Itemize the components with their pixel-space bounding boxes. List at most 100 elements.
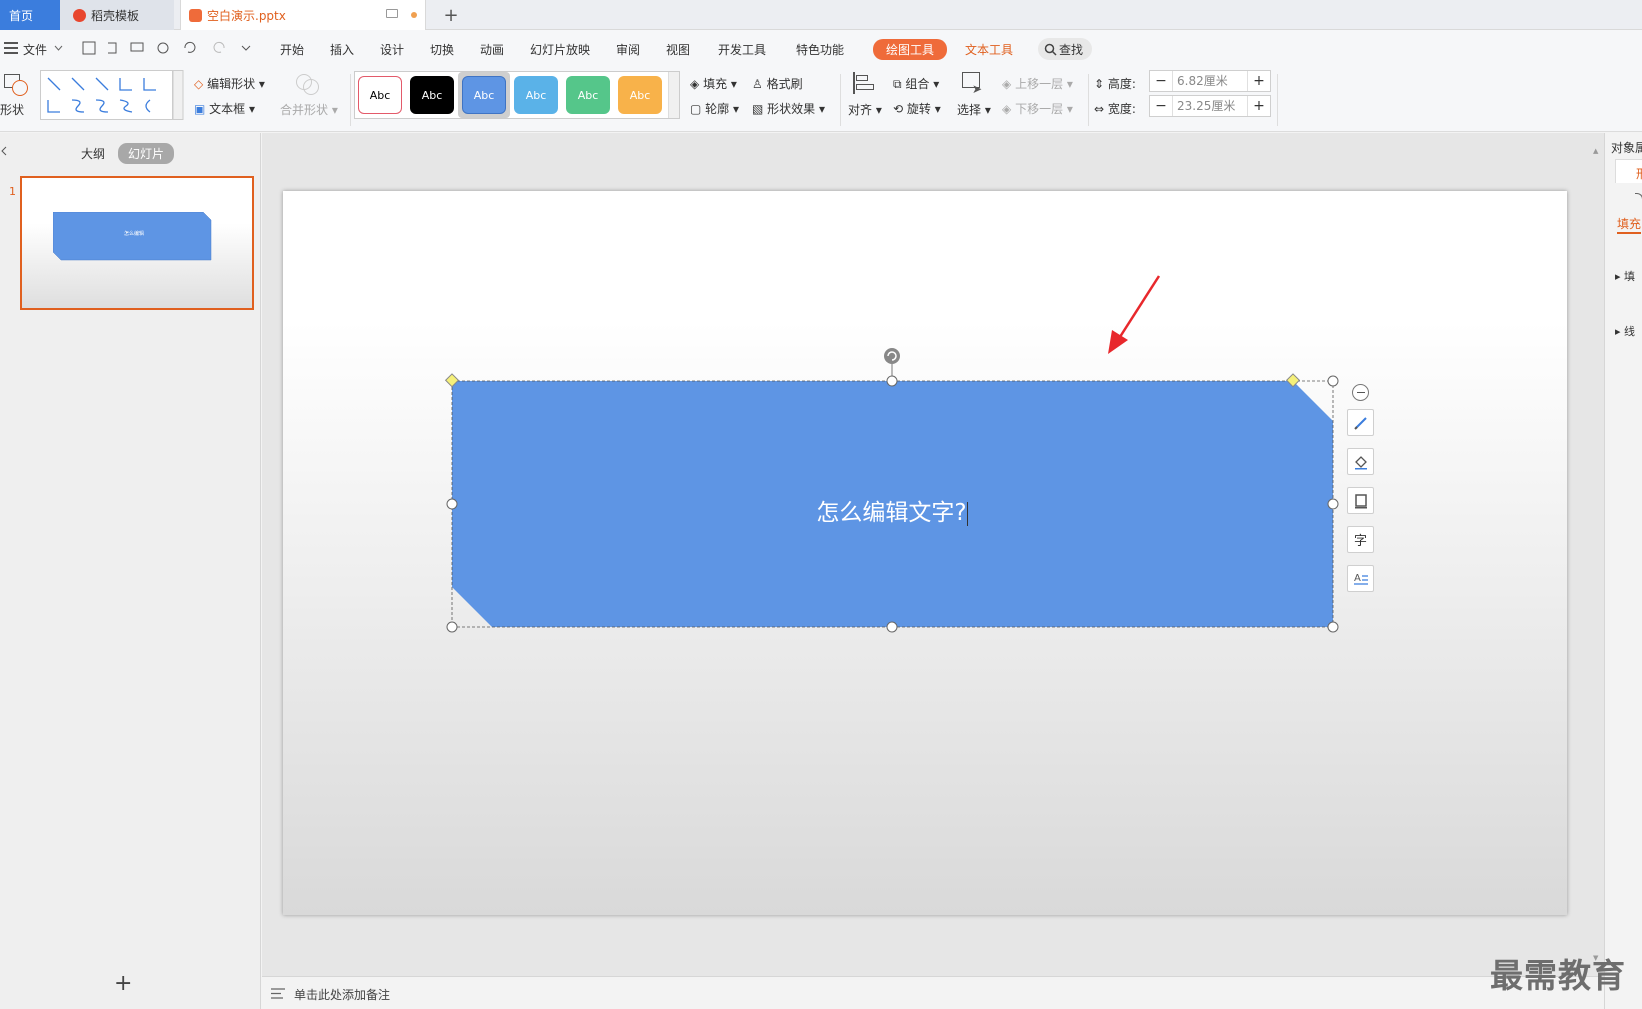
fill-label: 填充 bbox=[703, 77, 728, 91]
collapse-panel-icon[interactable] bbox=[0, 146, 8, 156]
slide-thumbnail[interactable]: 怎么编辑 bbox=[20, 176, 254, 310]
height-stepper[interactable]: − 6.82厘米 + bbox=[1149, 70, 1271, 92]
menu-insert[interactable]: 插入 bbox=[330, 41, 354, 58]
menu-features[interactable]: 特色功能 bbox=[796, 41, 844, 58]
float-fill-button[interactable] bbox=[1347, 448, 1374, 475]
menu-transition[interactable]: 切换 bbox=[430, 41, 454, 58]
style-white-red[interactable]: Abc bbox=[358, 76, 402, 114]
tab-outline[interactable]: 大纲 bbox=[81, 145, 105, 162]
width-input[interactable]: 23.25厘米 bbox=[1172, 96, 1248, 116]
notes-placeholder: 单击此处添加备注 bbox=[294, 988, 391, 1002]
style-label: Abc bbox=[629, 88, 651, 102]
float-pen-button[interactable] bbox=[1347, 409, 1374, 436]
shape-insert-icon[interactable] bbox=[4, 72, 30, 98]
refresh-icon[interactable] bbox=[1635, 193, 1642, 203]
new-tab-button[interactable]: + bbox=[436, 0, 466, 30]
collapse-float-toolbar-button[interactable] bbox=[1352, 384, 1369, 401]
tab-document[interactable]: 空白演示.pptx bbox=[180, 0, 426, 30]
menu-slideshow[interactable]: 幻灯片放映 bbox=[530, 41, 590, 58]
divider bbox=[1088, 74, 1089, 126]
style-light-blue[interactable]: Abc bbox=[514, 76, 558, 114]
menu-animation[interactable]: 动画 bbox=[480, 41, 504, 58]
float-text-format-button[interactable]: 字 bbox=[1347, 526, 1374, 553]
notes-bar[interactable]: 单击此处添加备注 bbox=[262, 976, 1604, 1009]
hamburger-menu-icon[interactable] bbox=[4, 42, 18, 54]
float-text-wrap-button[interactable]: A bbox=[1347, 565, 1374, 592]
outline-button[interactable]: ▢ 轮廓 ▾ bbox=[690, 100, 739, 117]
group-icon: ⧉ bbox=[893, 77, 902, 91]
align-button[interactable]: 对齐 ▾ bbox=[848, 101, 882, 118]
watermark: 最需教育 bbox=[1490, 956, 1626, 995]
property-tab-shape[interactable]: 形 bbox=[1636, 165, 1642, 182]
format-painter-button[interactable]: ♙ 格式刷 bbox=[752, 75, 803, 92]
resize-handle bbox=[1327, 375, 1339, 387]
menu-review[interactable]: 审阅 bbox=[616, 41, 640, 58]
style-orange[interactable]: Abc bbox=[618, 76, 662, 114]
add-slide-icon: + bbox=[114, 971, 133, 996]
bring-forward-button[interactable]: ◈ 上移一层 ▾ bbox=[1002, 75, 1073, 92]
property-line-item[interactable]: ▸ 线 bbox=[1615, 323, 1635, 339]
expand-icon: ▸ bbox=[1615, 270, 1621, 283]
search-button[interactable]: 查找 bbox=[1038, 38, 1092, 60]
slide-number: 1 bbox=[9, 185, 16, 198]
resize-handle bbox=[446, 621, 458, 633]
menu-drawing-tools[interactable]: 绘图工具 bbox=[873, 39, 948, 60]
menu-design[interactable]: 设计 bbox=[380, 41, 404, 58]
menu-view[interactable]: 视图 bbox=[666, 41, 690, 58]
height-decrease-button[interactable]: − bbox=[1150, 73, 1172, 89]
outline-label: 轮廓 bbox=[705, 102, 730, 116]
menu-start[interactable]: 开始 bbox=[280, 41, 304, 58]
property-tab-fill[interactable]: 填充 bbox=[1617, 215, 1642, 234]
unsaved-dot-icon bbox=[411, 12, 417, 18]
width-stepper[interactable]: − 23.25厘米 + bbox=[1149, 95, 1271, 117]
edit-shape-label: 编辑形状 bbox=[207, 77, 256, 91]
vertical-scrollbar[interactable]: ▲ ▼ bbox=[1590, 137, 1602, 972]
merge-shape-button[interactable]: 合并形状 ▾ bbox=[280, 101, 338, 118]
style-black[interactable]: Abc bbox=[410, 76, 454, 114]
resize-handle bbox=[886, 621, 898, 633]
merge-shape-icon bbox=[294, 72, 320, 96]
shape-gallery[interactable] bbox=[40, 70, 184, 120]
add-slide-button[interactable]: + bbox=[114, 971, 132, 996]
bring-forward-icon: ◈ bbox=[1002, 77, 1012, 91]
send-backward-button[interactable]: ◈ 下移一层 ▾ bbox=[1002, 100, 1073, 117]
select-button[interactable]: 选择 ▾ bbox=[957, 101, 991, 118]
rotate-button[interactable]: ⟲ 旋转 ▾ bbox=[893, 100, 941, 117]
edit-shape-button[interactable]: ◇ 编辑形状 ▾ bbox=[194, 75, 265, 92]
thumbnail-shape bbox=[53, 212, 212, 261]
float-outline-button[interactable] bbox=[1347, 487, 1374, 514]
fill-button[interactable]: ◈ 填充 ▾ bbox=[690, 75, 737, 92]
menu-text-tools[interactable]: 文本工具 bbox=[965, 41, 1013, 58]
save-icon bbox=[82, 41, 96, 55]
rotate-icon: ⟲ bbox=[893, 102, 904, 116]
text-box-button[interactable]: ▣ 文本框 ▾ bbox=[194, 100, 255, 117]
export-icon bbox=[108, 42, 117, 54]
tab-home[interactable]: 首页 bbox=[0, 0, 60, 30]
width-decrease-button[interactable]: − bbox=[1150, 98, 1172, 114]
tab-daoke-templates[interactable]: 稻壳模板 bbox=[60, 0, 174, 30]
divider bbox=[1277, 74, 1278, 126]
chevron-down-icon[interactable] bbox=[54, 45, 63, 51]
height-label: ⇕ 高度: bbox=[1094, 75, 1136, 92]
style-blue[interactable]: Abc bbox=[462, 76, 506, 114]
tab-daoke-label: 稻壳模板 bbox=[91, 8, 140, 23]
width-label: ⇔ 宽度: bbox=[1094, 100, 1136, 117]
minus-icon bbox=[1356, 391, 1365, 394]
shape-effect-button[interactable]: ▧ 形状效果 ▾ bbox=[752, 100, 825, 117]
width-increase-button[interactable]: + bbox=[1248, 98, 1270, 114]
style-gallery-scroll[interactable] bbox=[668, 72, 679, 118]
monitor-icon[interactable] bbox=[386, 9, 398, 18]
height-input[interactable]: 6.82厘米 bbox=[1172, 71, 1248, 91]
group-button[interactable]: ⧉ 组合 ▾ bbox=[893, 75, 939, 92]
tab-slides[interactable]: 幻灯片 bbox=[118, 143, 175, 164]
style-green[interactable]: Abc bbox=[566, 76, 610, 114]
menu-file[interactable]: 文件 bbox=[23, 41, 47, 58]
quick-access-toolbar[interactable] bbox=[82, 40, 252, 56]
height-increase-button[interactable]: + bbox=[1248, 73, 1270, 89]
shape-text[interactable]: 怎么编辑文字? bbox=[792, 493, 992, 527]
shape-button-label[interactable]: 形状 bbox=[0, 101, 24, 118]
tab-home-label: 首页 bbox=[9, 8, 34, 23]
property-fill-item[interactable]: ▸ 填 bbox=[1615, 268, 1635, 284]
print-icon bbox=[130, 42, 144, 52]
menu-developer[interactable]: 开发工具 bbox=[718, 41, 766, 58]
